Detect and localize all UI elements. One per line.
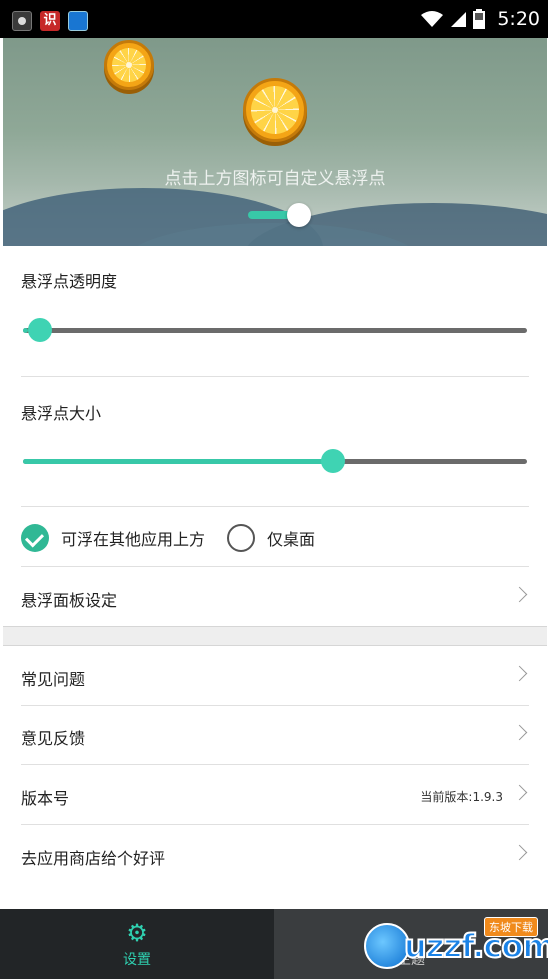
version-row[interactable]: 版本号 当前版本:1.9.3: [3, 766, 547, 824]
app-icon: [12, 11, 32, 31]
opacity-label: 悬浮点透明度: [21, 272, 118, 291]
toggle-knob[interactable]: [287, 203, 311, 227]
size-label: 悬浮点大小: [21, 404, 102, 423]
divider: [21, 824, 529, 825]
chevron-right-icon: [511, 844, 528, 861]
orange-slice-icon[interactable]: [104, 40, 154, 90]
tab-settings[interactable]: ⚙ 设置: [0, 909, 274, 979]
divider: [21, 566, 529, 567]
status-right: 5:20: [421, 6, 540, 32]
panel-settings-row[interactable]: 悬浮面板设定: [3, 568, 547, 626]
watermark-badge: 东坡下载: [484, 917, 538, 937]
mode-options: 可浮在其他应用上方 仅桌面: [21, 518, 337, 558]
slider-thumb[interactable]: [320, 449, 345, 473]
chevron-right-icon: [511, 665, 528, 682]
header-banner: 点击上方图标可自定义悬浮点: [3, 38, 547, 246]
divider: [21, 764, 529, 765]
divider: [21, 376, 529, 377]
float-point-icon[interactable]: [243, 78, 307, 142]
radio-label[interactable]: 仅桌面: [267, 526, 315, 550]
row-label: 悬浮面板设定: [21, 591, 118, 610]
slider-thumb[interactable]: [27, 318, 52, 342]
radio-desktop-only[interactable]: [227, 524, 256, 552]
rate-row[interactable]: 去应用商店给个好评: [3, 826, 547, 884]
opacity-slider[interactable]: [23, 318, 527, 342]
size-slider[interactable]: [23, 449, 527, 473]
slider-track: [23, 328, 527, 333]
banner-hint: 点击上方图标可自定义悬浮点: [164, 169, 386, 189]
chevron-right-icon: [511, 724, 528, 741]
chevron-right-icon: [511, 784, 528, 801]
radio-floating-checked[interactable]: [21, 524, 49, 552]
radio-label[interactable]: 可浮在其他应用上方: [61, 526, 205, 550]
version-value: 当前版本:1.9.3: [420, 790, 503, 804]
faq-row[interactable]: 常见问题: [3, 647, 547, 705]
row-label: 版本号: [21, 789, 70, 808]
row-label: 意见反馈: [21, 729, 86, 748]
chevron-right-icon: [511, 586, 528, 603]
float-toggle[interactable]: [248, 203, 312, 227]
divider: [21, 506, 529, 507]
status-bar: 识 5:20: [0, 0, 548, 38]
gear-icon: ⚙: [126, 919, 148, 947]
slider-fill: [23, 459, 336, 464]
signal-icon: [451, 12, 467, 27]
feedback-row[interactable]: 意见反馈: [3, 706, 547, 764]
battery-icon: [473, 9, 486, 29]
browser-app-icon: [68, 11, 88, 31]
tab-label: 设置: [123, 952, 151, 968]
watermark-logo: uzzf.com 东坡下载: [364, 917, 548, 975]
section-gap: [3, 626, 547, 646]
wifi-icon: [421, 11, 444, 27]
row-label: 去应用商店给个好评: [21, 849, 166, 868]
clock: 5:20: [497, 8, 540, 30]
translate-app-icon: 识: [40, 11, 60, 31]
row-label: 常见问题: [21, 670, 86, 689]
